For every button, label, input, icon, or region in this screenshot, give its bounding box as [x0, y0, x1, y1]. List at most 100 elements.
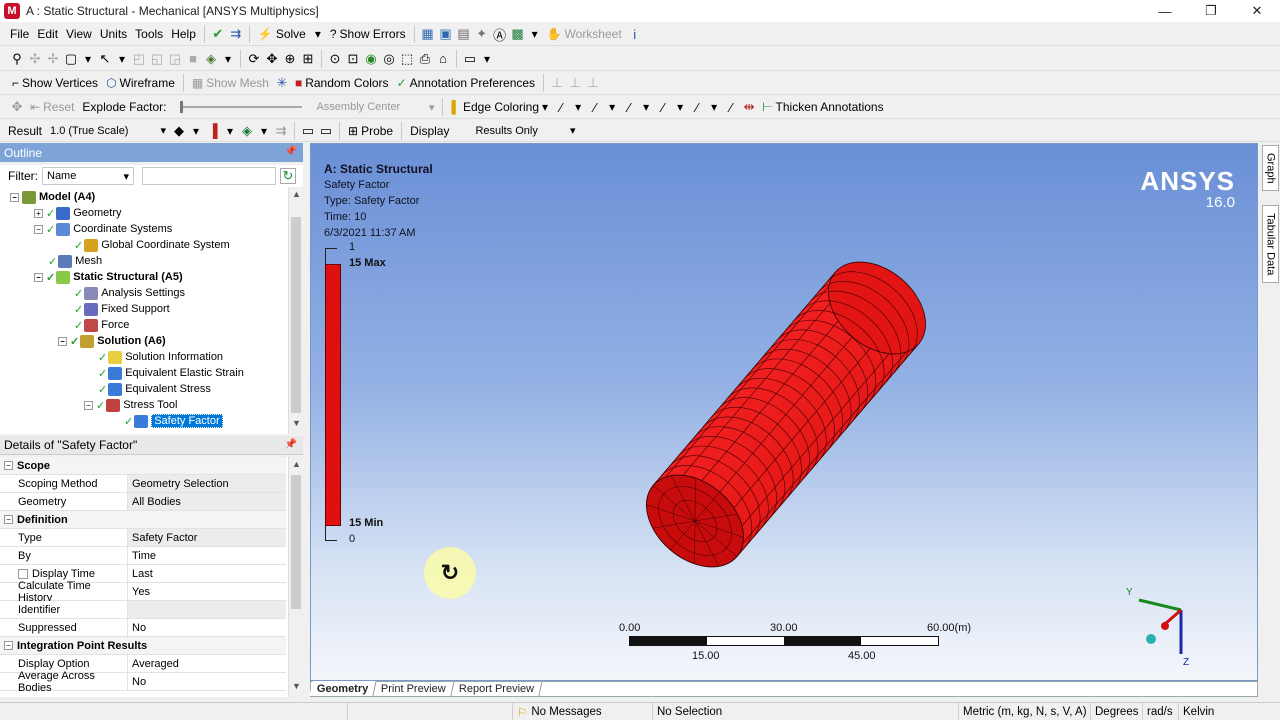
element-icon[interactable]: ◲: [166, 50, 184, 68]
details-scroll-down-icon[interactable]: ▼: [289, 681, 303, 695]
close-button[interactable]: ✕: [1234, 0, 1280, 22]
tree-item-mesh[interactable]: ✓ Mesh: [48, 253, 102, 269]
tree-item-geometry[interactable]: + ✓ Geometry: [34, 205, 122, 221]
geometry-display-dropdown-icon[interactable]: ▾: [188, 123, 204, 139]
details-row-suppressed[interactable]: Suppressed No: [0, 619, 286, 637]
next-view-icon[interactable]: ◎: [380, 50, 398, 68]
contour-icon[interactable]: ▐: [204, 122, 222, 140]
line-tool-icon[interactable]: ⊥: [548, 74, 566, 92]
edge-coloring-button[interactable]: ▌ Edge Coloring ▾: [447, 97, 552, 117]
menu-tools[interactable]: Tools: [131, 24, 167, 44]
reset-button[interactable]: ⇤ Reset: [26, 97, 78, 117]
edge-style-5-dropdown-icon[interactable]: ▾: [706, 99, 722, 115]
connect-icon[interactable]: ⇉: [227, 25, 245, 43]
display-select[interactable]: Results Only ▾: [471, 122, 579, 140]
status-temperature[interactable]: Kelvin: [1178, 703, 1238, 720]
status-messages[interactable]: ⚐ No Messages: [512, 703, 652, 720]
tree-item-safety-factor[interactable]: ✓ Safety Factor: [124, 413, 223, 429]
edge-select-icon[interactable]: ✢: [44, 50, 62, 68]
edges-icon[interactable]: ◈: [238, 122, 256, 140]
filter-type-select[interactable]: Name ▾: [42, 167, 134, 185]
edge-style-3-dropdown-icon[interactable]: ▾: [638, 99, 654, 115]
details-row-geometry[interactable]: Geometry All Bodies: [0, 493, 286, 511]
image-dropdown-icon[interactable]: ▾: [527, 26, 543, 42]
show-vertices-button[interactable]: ⌐ Show Vertices: [8, 73, 102, 93]
show-mesh-button[interactable]: ▦ Show Mesh: [188, 73, 273, 93]
triad-icon[interactable]: ✳: [273, 74, 291, 92]
info-icon[interactable]: i: [626, 25, 644, 43]
restore-button[interactable]: ❐: [1188, 0, 1234, 22]
edge-style-5-icon[interactable]: ∕: [688, 98, 706, 116]
geometry-display-icon[interactable]: ◆: [170, 122, 188, 140]
details-section-definition[interactable]: − Definition: [0, 511, 286, 529]
assembly-center-select[interactable]: Assembly Center ▾: [312, 98, 438, 116]
tree-item-solution-information[interactable]: ✓ Solution Information: [98, 349, 223, 365]
isometric-icon[interactable]: ⬚: [398, 50, 416, 68]
zoom-icon[interactable]: ⊕: [281, 50, 299, 68]
pointer-icon[interactable]: ↖: [96, 50, 114, 68]
solve-dropdown-icon[interactable]: ▾: [310, 26, 326, 42]
tree-item-equivalent-elastic-strain[interactable]: ✓ Equivalent Elastic Strain: [98, 365, 244, 381]
sheet-icon[interactable]: ▤: [455, 25, 473, 43]
rotate-icon[interactable]: ⟳: [245, 50, 263, 68]
solve-button[interactable]: ⚡ Solve: [254, 24, 310, 44]
side-tab-tabular-data[interactable]: Tabular Data: [1262, 205, 1279, 283]
outline-pin-icon[interactable]: 📌: [285, 146, 297, 157]
tree-item-fixed-support[interactable]: ✓ Fixed Support: [74, 301, 170, 317]
text-annotation-icon[interactable]: Ⓐ: [491, 25, 509, 43]
check-icon[interactable]: ✔: [209, 25, 227, 43]
edge-style-1-icon[interactable]: ⁄: [552, 98, 570, 116]
scroll-down-icon[interactable]: ▼: [289, 418, 303, 432]
tree-item-static-structural[interactable]: − ✓ Static Structural (A5): [34, 269, 183, 285]
thicken-icon[interactable]: ⇹: [740, 98, 758, 116]
outline-scrollbar[interactable]: ▲ ▼: [288, 187, 303, 434]
viewport-layout-dropdown-icon[interactable]: ▾: [479, 51, 495, 67]
pan-icon[interactable]: ✥: [263, 50, 281, 68]
details-row-calculate-time-history[interactable]: Calculate Time History Yes: [0, 580, 286, 604]
box-zoom-icon[interactable]: ⊞: [299, 50, 317, 68]
explode-factor-slider[interactable]: [180, 101, 303, 113]
filter-search-input[interactable]: [142, 167, 276, 185]
extend-icon[interactable]: ◈: [202, 50, 220, 68]
menu-edit[interactable]: Edit: [33, 24, 62, 44]
scroll-up-icon[interactable]: ▲: [289, 189, 303, 203]
tab-print-preview[interactable]: Print Preview: [373, 681, 455, 696]
annotation-preferences-button[interactable]: ✓ Annotation Preferences: [393, 73, 539, 93]
tree-item-model[interactable]: − Model (A4): [10, 189, 95, 205]
tag-icon[interactable]: ⌂: [434, 50, 452, 68]
body-icon[interactable]: ◱: [148, 50, 166, 68]
edge-style-4-icon[interactable]: ⁄: [654, 98, 672, 116]
menu-units[interactable]: Units: [96, 24, 131, 44]
wireframe-button[interactable]: ⬡ Wireframe: [102, 73, 179, 93]
details-row-type[interactable]: Type Safety Factor: [0, 529, 286, 547]
details-section-scope[interactable]: − Scope: [0, 457, 286, 475]
pin-icon[interactable]: ✦: [473, 25, 491, 43]
select-mode-icon[interactable]: ▢: [62, 50, 80, 68]
side-tab-graph[interactable]: Graph: [1262, 145, 1279, 191]
status-angle[interactable]: Degrees: [1090, 703, 1142, 720]
pointer-dropdown-icon[interactable]: ▾: [114, 51, 130, 67]
vertex-select-icon[interactable]: ✣: [26, 50, 44, 68]
tree-item-stress-tool[interactable]: − ✓ Stress Tool: [84, 397, 177, 413]
viewport-layout-icon[interactable]: ▭: [461, 50, 479, 68]
worksheet-button[interactable]: ✋ Worksheet: [543, 24, 626, 44]
tree-item-force[interactable]: ✓ Force: [74, 317, 129, 333]
explode-icon[interactable]: ✥: [8, 98, 26, 116]
model-cylinder[interactable]: [311, 144, 1257, 680]
face-icon[interactable]: ◰: [130, 50, 148, 68]
graphics-viewport[interactable]: A: Static Structural Safety Factor Type:…: [310, 143, 1258, 681]
details-row-average-across-bodies[interactable]: Average Across Bodies No: [0, 670, 286, 694]
result-scale-select[interactable]: 1.0 (True Scale) ▾: [46, 122, 170, 140]
menu-help[interactable]: Help: [167, 24, 200, 44]
min-icon[interactable]: ▭: [317, 122, 335, 140]
chart-icon[interactable]: ▦: [419, 25, 437, 43]
status-units[interactable]: Metric (m, kg, N, s, V, A): [958, 703, 1090, 720]
tree-item-global-coordinate-system[interactable]: ✓ Global Coordinate System: [74, 237, 230, 253]
details-pin-icon[interactable]: 📌: [285, 439, 297, 450]
display-time-checkbox[interactable]: [18, 568, 28, 579]
tree-item-analysis-settings[interactable]: ✓ Analysis Settings: [74, 285, 185, 301]
tab-geometry[interactable]: Geometry: [309, 681, 377, 696]
edge-style-4-dropdown-icon[interactable]: ▾: [672, 99, 688, 115]
tree-item-equivalent-stress[interactable]: ✓ Equivalent Stress: [98, 381, 211, 397]
details-section-integration-point-results[interactable]: − Integration Point Results: [0, 637, 286, 655]
